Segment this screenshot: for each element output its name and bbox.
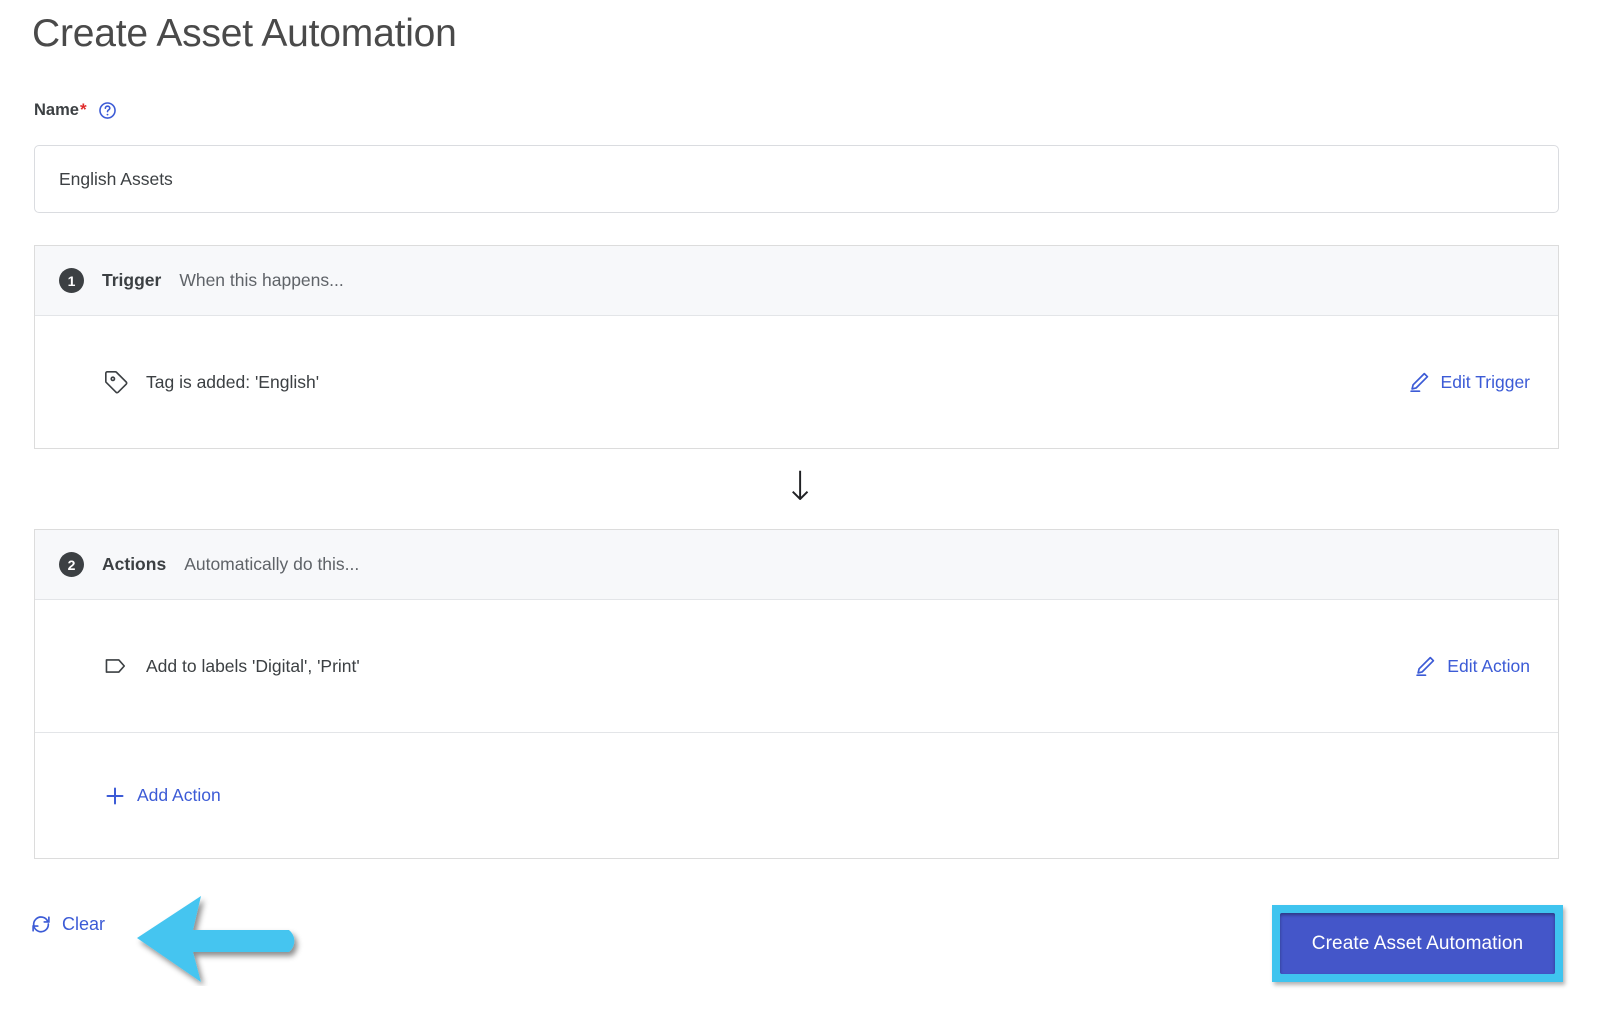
pencil-icon — [1413, 654, 1437, 678]
pencil-icon — [1407, 370, 1431, 394]
name-label: Name — [34, 101, 79, 119]
trigger-subtitle: When this happens... — [179, 270, 344, 290]
actions-title: Actions — [102, 554, 167, 574]
plus-icon — [103, 784, 127, 808]
action-row-left: Add to labels 'Digital', 'Print' — [103, 653, 360, 679]
action-row: Add to labels 'Digital', 'Print' Edit Ac… — [35, 600, 1558, 732]
add-action-button[interactable]: Add Action — [103, 784, 221, 808]
reset-circular-arrow-icon — [30, 913, 52, 935]
trigger-card: 1 Trigger When this happens... Tag is ad… — [34, 245, 1559, 449]
step-badge-1: 1 — [59, 268, 84, 293]
trigger-row-left: Tag is added: 'English' — [103, 369, 319, 395]
add-action-row: Add Action — [35, 732, 1558, 858]
edit-trigger-button[interactable]: Edit Trigger — [1407, 370, 1530, 394]
tag-icon — [103, 369, 129, 395]
flow-down-arrow-icon: ↓ — [783, 464, 817, 510]
left-pointing-arrow-annotation — [133, 890, 308, 986]
actions-subtitle: Automatically do this... — [184, 554, 360, 574]
clear-button[interactable]: Clear — [30, 913, 105, 935]
edit-action-button[interactable]: Edit Action — [1413, 654, 1530, 678]
automation-name-input[interactable] — [34, 145, 1559, 213]
trigger-row: Tag is added: 'English' Edit Trigger — [35, 316, 1558, 448]
trigger-title: Trigger — [102, 270, 162, 290]
actions-card: 2 Actions Automatically do this... Add t… — [34, 529, 1559, 859]
submit-button-highlight: Create Asset Automation — [1272, 905, 1563, 982]
actions-card-header: 2 Actions Automatically do this... — [35, 530, 1558, 600]
page-title: Create Asset Automation — [32, 12, 457, 55]
required-asterisk: * — [79, 100, 87, 119]
name-label-row: Name * — [34, 96, 117, 124]
help-circle-icon[interactable] — [98, 101, 117, 120]
step-badge-2: 2 — [59, 552, 84, 577]
edit-trigger-label: Edit Trigger — [1440, 371, 1530, 392]
label-icon — [103, 653, 129, 679]
trigger-card-header: 1 Trigger When this happens... — [35, 246, 1558, 316]
trigger-description: Tag is added: 'English' — [146, 371, 320, 392]
clear-label: Clear — [62, 913, 106, 934]
create-asset-automation-button[interactable]: Create Asset Automation — [1280, 913, 1555, 974]
edit-action-label: Edit Action — [1447, 655, 1530, 676]
action-description: Add to labels 'Digital', 'Print' — [146, 655, 360, 676]
add-action-label: Add Action — [137, 785, 221, 805]
